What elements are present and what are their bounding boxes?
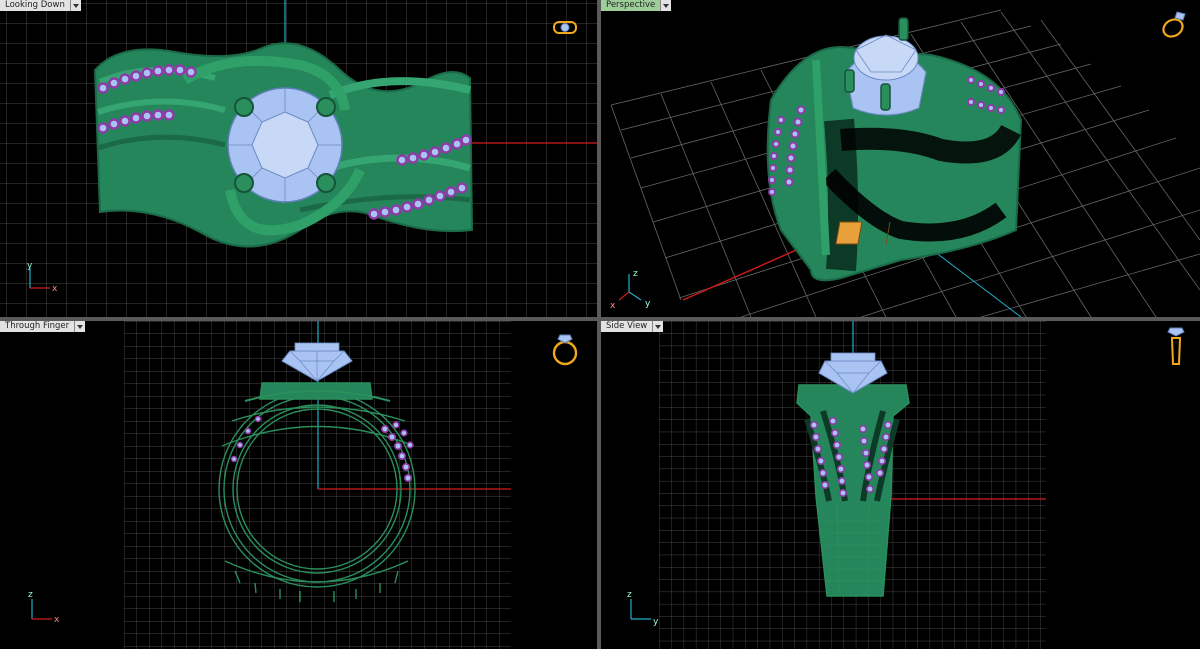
chevron-down-icon[interactable]: [70, 0, 81, 11]
perspective-scene: [610, 9, 1200, 317]
viewport-side-view[interactable]: Side View z y: [601, 321, 1200, 649]
viewport-tab-through-finger[interactable]: Through Finger: [0, 321, 86, 332]
ring-perspective-icon[interactable]: [1159, 6, 1193, 42]
viewport-tab-side-view[interactable]: Side View: [601, 321, 664, 332]
side-view-scene: [659, 321, 1046, 649]
front-view-scene: [124, 321, 511, 649]
chevron-down-icon[interactable]: [653, 321, 664, 332]
viewport-tab-perspective[interactable]: Perspective: [601, 0, 672, 11]
viewport-title: Through Finger: [0, 321, 76, 332]
axis-label-y: y: [653, 617, 659, 627]
viewport-title: Looking Down: [0, 0, 71, 11]
axis-triad-side: z y: [627, 590, 659, 627]
chevron-down-icon[interactable]: [661, 0, 672, 11]
viewport-title: Perspective: [601, 0, 662, 11]
axis-label-z: z: [28, 590, 33, 600]
axis-label-x: x: [52, 284, 58, 294]
axis-label-y: y: [27, 261, 33, 271]
ring-side-icon[interactable]: [1164, 326, 1188, 376]
axis-label-x: x: [610, 301, 616, 311]
top-view-scene: [0, 0, 597, 317]
ring-top-icon[interactable]: [550, 16, 580, 40]
axis-label-y: y: [645, 299, 651, 309]
viewport-title: Side View: [601, 321, 654, 332]
viewport-perspective[interactable]: Perspective z x y: [601, 0, 1200, 317]
viewport-through-finger[interactable]: Through Finger z x: [0, 321, 597, 649]
chevron-down-icon[interactable]: [75, 321, 86, 332]
ring-front-icon[interactable]: [550, 329, 584, 369]
axis-label-z: z: [627, 590, 632, 600]
axis-label-z: z: [633, 269, 638, 279]
axis-triad-perspective: z x y: [610, 269, 651, 311]
axis-label-x: x: [54, 615, 60, 625]
axis-triad-top: y x: [27, 261, 58, 294]
viewport-tab-looking-down[interactable]: Looking Down: [0, 0, 81, 11]
sizing-marker: [835, 221, 863, 245]
axis-triad-front: z x: [28, 590, 60, 625]
viewport-looking-down[interactable]: Looking Down y x: [0, 0, 597, 317]
